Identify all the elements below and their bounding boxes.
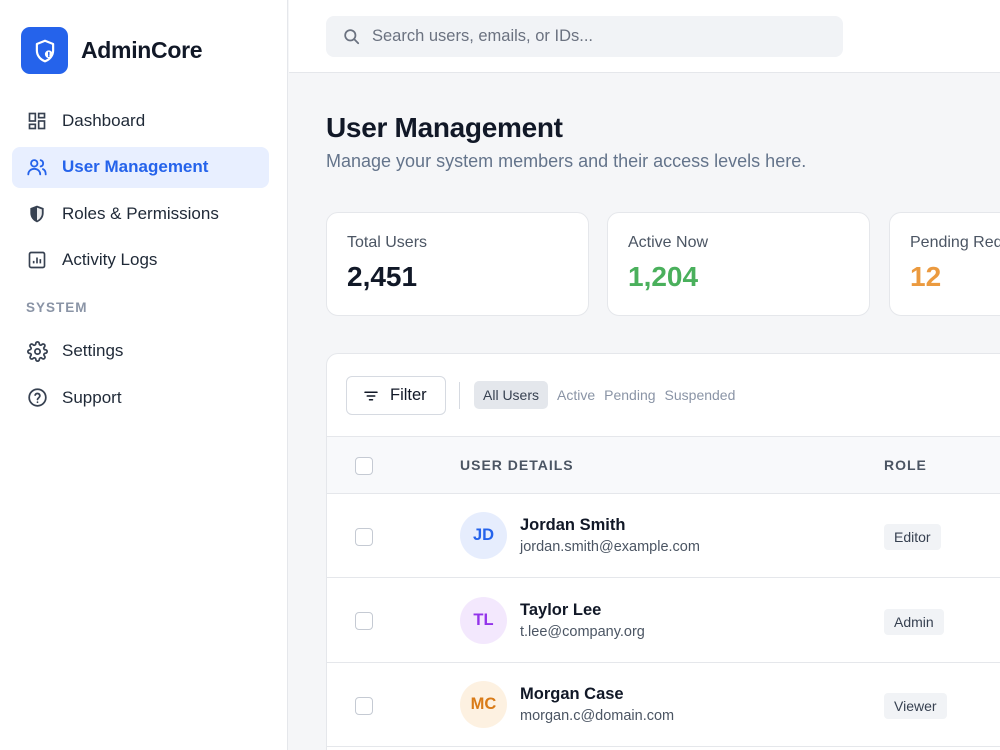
- table-row[interactable]: TL Taylor Lee t.lee@company.org Admin: [327, 579, 1000, 663]
- brand-name: AdminCore: [81, 37, 203, 63]
- sidebar-item-roles-permissions[interactable]: Roles & Permissions: [12, 193, 269, 234]
- toolbar-divider: [459, 382, 460, 409]
- tab-all-users[interactable]: All Users: [474, 381, 549, 409]
- sidebar-item-label: Dashboard: [62, 110, 146, 130]
- dashboard-icon: [26, 110, 48, 132]
- sidebar-item-label: Roles & Permissions: [62, 203, 219, 223]
- stat-value: 2,451: [347, 261, 418, 292]
- role-badge: Viewer: [884, 693, 947, 719]
- sidebar-item-label: Support: [62, 387, 122, 407]
- column-header-user-details: USER DETAILS: [460, 457, 574, 473]
- select-all-checkbox[interactable]: [355, 457, 373, 475]
- avatar: JD: [460, 512, 507, 559]
- user-email: t.lee@company.org: [520, 624, 645, 640]
- user-name: Morgan Case: [520, 685, 624, 703]
- avatar: MC: [460, 681, 507, 728]
- sidebar-item-label: Activity Logs: [62, 250, 158, 269]
- stat-card-active-now: Active Now 1,204: [607, 212, 870, 316]
- user-name: Taylor Lee: [520, 601, 602, 619]
- users-icon: [26, 156, 48, 178]
- row-checkbox[interactable]: [355, 697, 373, 715]
- page-subtitle: Manage your system members and their acc…: [326, 151, 807, 171]
- sidebar-item-label: Settings: [62, 341, 124, 360]
- top-bar: [289, 0, 1000, 73]
- shield-icon: [26, 203, 48, 225]
- search-box[interactable]: [326, 16, 843, 57]
- table-row[interactable]: JD Jordan Smith jordan.smith@example.com…: [327, 494, 1000, 578]
- tab-active[interactable]: Active: [557, 381, 604, 409]
- role-badge: Admin: [884, 609, 944, 635]
- avatar: TL: [460, 597, 507, 644]
- bar-chart-icon: [26, 249, 48, 271]
- search-icon: [342, 27, 362, 47]
- row-checkbox[interactable]: [355, 612, 373, 630]
- role-badge: Editor: [884, 524, 941, 550]
- sidebar-nav: Dashboard User Management Roles & Permis…: [12, 100, 269, 424]
- brand[interactable]: AdminCore: [21, 27, 203, 74]
- row-checkbox[interactable]: [355, 528, 373, 546]
- user-email: morgan.c@domain.com: [520, 708, 675, 724]
- table-row[interactable]: MC Morgan Case morgan.c@domain.com Viewe…: [327, 663, 1000, 747]
- stat-value: 1,204: [628, 261, 699, 292]
- filter-label: Filter: [390, 386, 427, 404]
- sidebar-item-settings[interactable]: Settings: [12, 331, 269, 372]
- help-circle-icon: [26, 387, 48, 409]
- stat-label: Pending Requests: [910, 234, 1000, 251]
- gear-icon: [26, 340, 48, 362]
- sidebar-section-label: SYSTEM: [26, 300, 88, 315]
- tab-pending[interactable]: Pending: [604, 381, 664, 409]
- stat-value: 12: [910, 261, 942, 292]
- tab-suspended[interactable]: Suspended: [665, 381, 745, 409]
- page-title: User Management: [326, 112, 563, 143]
- stat-label: Total Users: [347, 234, 428, 251]
- sidebar-item-support[interactable]: Support: [12, 377, 269, 418]
- stat-card-pending: Pending Requests 12: [889, 212, 1000, 316]
- filter-button[interactable]: Filter: [346, 376, 446, 415]
- shield-user-logo-icon: [21, 27, 68, 74]
- users-table-card: Filter All Users Active Pending Suspende…: [326, 353, 1000, 750]
- search-input[interactable]: [372, 27, 812, 46]
- table-toolbar: Filter All Users Active Pending Suspende…: [327, 354, 1000, 437]
- sidebar-item-label: User Management: [62, 157, 209, 176]
- status-tabs: All Users Active Pending Suspended: [474, 381, 744, 409]
- user-name: Jordan Smith: [520, 516, 626, 534]
- sidebar-item-user-management[interactable]: User Management: [12, 146, 269, 188]
- stat-card-total-users: Total Users 2,451: [326, 212, 589, 316]
- column-header-role: ROLE: [884, 457, 927, 473]
- sidebar-item-dashboard[interactable]: Dashboard: [12, 100, 269, 141]
- sidebar: AdminCore Dashboard User Management Role…: [0, 0, 288, 750]
- filter-icon: [362, 386, 382, 406]
- table-header: USER DETAILS ROLE: [327, 437, 1000, 494]
- stat-label: Active Now: [628, 234, 709, 251]
- sidebar-item-activity-logs[interactable]: Activity Logs: [12, 240, 269, 281]
- user-email: jordan.smith@example.com: [520, 539, 700, 555]
